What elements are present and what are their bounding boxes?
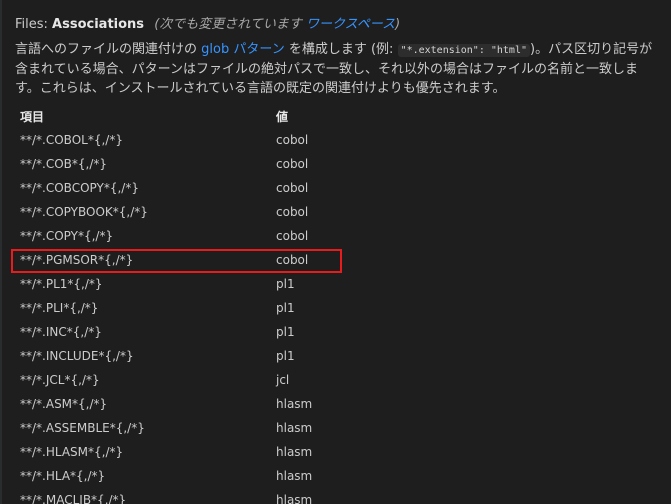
row-value: cobol <box>276 133 309 147</box>
table-row[interactable]: **/*.INCLUDE*{,/*} pl1 <box>15 344 671 368</box>
row-key: **/*.JCL*{,/*} <box>20 373 100 387</box>
table-row[interactable]: **/*.COBOL*{,/*} cobol <box>15 128 671 152</box>
row-value: jcl <box>276 373 290 387</box>
table-row[interactable]: **/*.INC*{,/*} pl1 <box>15 320 671 344</box>
row-key: **/*.HLASM*{,/*} <box>20 445 124 459</box>
row-key: **/*.PLI*{,/*} <box>20 301 99 315</box>
row-value: cobol <box>276 229 309 243</box>
modified-elsewhere-indicator: (次でも変更されています ワークスペース) <box>154 17 400 32</box>
table-header-row: 項目 値 <box>15 104 671 128</box>
row-value: cobol <box>276 253 309 267</box>
row-value: pl1 <box>276 349 295 363</box>
row-key: **/*.COB*{,/*} <box>20 157 108 171</box>
glob-pattern-link[interactable]: glob パターン <box>201 42 285 57</box>
row-key: **/*.COBOL*{,/*} <box>20 133 123 147</box>
table-row[interactable]: **/*.COPYBOOK*{,/*} cobol <box>15 200 671 224</box>
files-associations-setting: Files: Associations (次でも変更されています ワークスペース… <box>0 0 671 504</box>
row-value: pl1 <box>276 325 295 339</box>
table-body: **/*.COBOL*{,/*} cobol **/*.COB*{,/*} cobol… <box>15 128 671 504</box>
setting-label: Associations <box>52 17 145 32</box>
row-key: **/*.PL1*{,/*} <box>20 277 103 291</box>
row-key: **/*.PGMSOR*{,/*} <box>20 253 134 267</box>
table-row[interactable]: **/*.ASM*{,/*} hlasm <box>15 392 671 416</box>
table-row[interactable]: **/*.MACLIB*{,/*} hlasm <box>15 488 671 504</box>
table-row[interactable]: **/*.COB*{,/*} cobol <box>15 152 671 176</box>
table-row[interactable]: **/*.HLASM*{,/*} hlasm <box>15 440 671 464</box>
description-text-2: を構成します (例: <box>284 42 398 57</box>
row-key: **/*.COPY*{,/*} <box>20 229 114 243</box>
associations-table: 項目 値 **/*.COBOL*{,/*} cobol **/*.COB*{,/*}… <box>15 104 671 504</box>
table-row[interactable]: **/*.COBCOPY*{,/*} cobol <box>15 176 671 200</box>
table-row[interactable]: **/*.PLI*{,/*} pl1 <box>15 296 671 320</box>
table-row[interactable]: **/*.HLA*{,/*} hlasm <box>15 464 671 488</box>
table-row[interactable]: **/*.PGMSOR*{,/*} cobol <box>15 248 671 272</box>
row-key: **/*.ASM*{,/*} <box>20 397 108 411</box>
table-row[interactable]: **/*.JCL*{,/*} jcl <box>15 368 671 392</box>
row-value: hlasm <box>276 493 313 504</box>
row-value: pl1 <box>276 301 295 315</box>
modified-suffix: ) <box>395 17 401 32</box>
table-row[interactable]: **/*.COPY*{,/*} cobol <box>15 224 671 248</box>
description-text-1: 言語へのファイルの関連付けの <box>15 42 202 57</box>
row-value: cobol <box>276 157 309 171</box>
row-key: **/*.COBCOPY*{,/*} <box>20 181 139 195</box>
setting-focus-bar <box>0 0 2 504</box>
row-value: pl1 <box>276 277 295 291</box>
setting-category: Files: <box>15 17 53 32</box>
row-value: hlasm <box>276 445 313 459</box>
row-value: hlasm <box>276 421 313 435</box>
table-row[interactable]: **/*.ASSEMBLE*{,/*} hlasm <box>15 416 671 440</box>
setting-title: Files: Associations (次でも変更されています ワークスペース… <box>15 16 400 34</box>
row-key: **/*.COPYBOOK*{,/*} <box>20 205 148 219</box>
modified-prefix: (次でも変更されています <box>154 17 307 32</box>
workspace-scope-link[interactable]: ワークスペース <box>306 17 395 32</box>
header-value: 値 <box>276 109 289 124</box>
example-code: "*.extension": "html" <box>397 44 530 57</box>
table-row[interactable]: **/*.PL1*{,/*} pl1 <box>15 272 671 296</box>
row-value: hlasm <box>276 469 313 483</box>
row-key: **/*.INCLUDE*{,/*} <box>20 349 134 363</box>
row-value: hlasm <box>276 397 313 411</box>
row-key: **/*.HLA*{,/*} <box>20 469 106 483</box>
row-key: **/*.ASSEMBLE*{,/*} <box>20 421 145 435</box>
header-key: 項目 <box>20 109 45 124</box>
setting-description: 言語へのファイルの関連付けの glob パターン を構成します (例: "*.e… <box>15 40 660 98</box>
row-value: cobol <box>276 205 309 219</box>
row-key: **/*.MACLIB*{,/*} <box>20 493 127 504</box>
row-key: **/*.INC*{,/*} <box>20 325 102 339</box>
row-value: cobol <box>276 181 309 195</box>
